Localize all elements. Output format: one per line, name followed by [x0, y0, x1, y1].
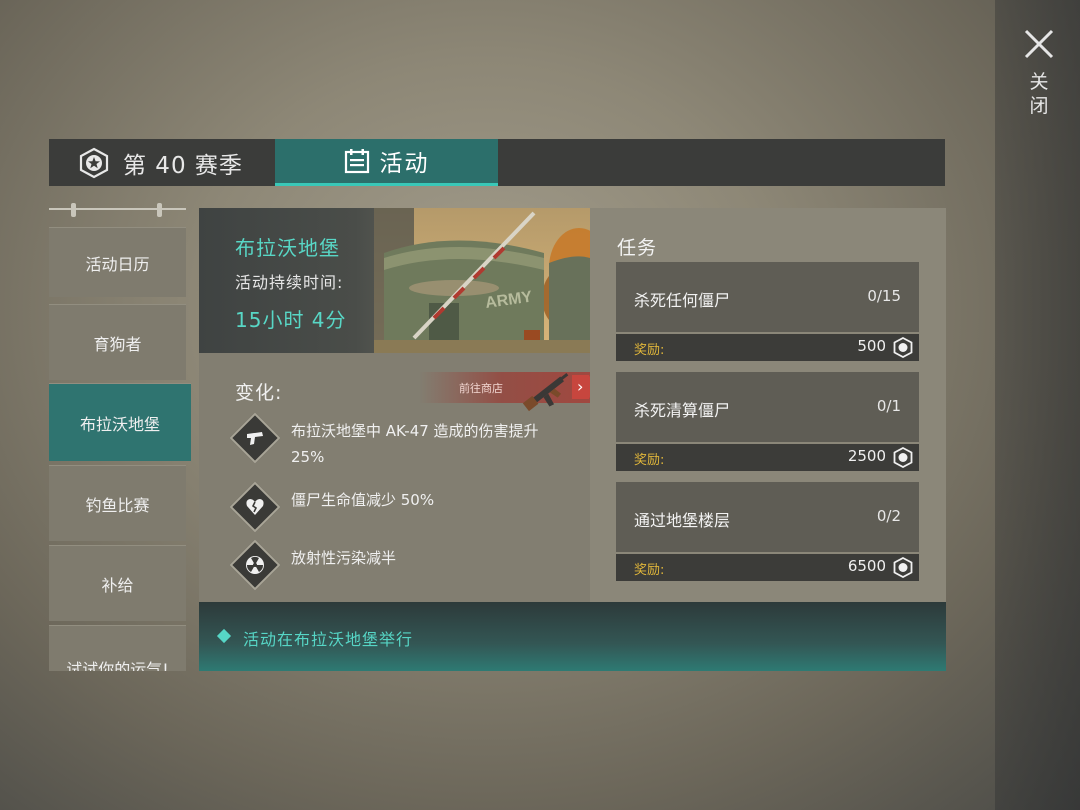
tab-activity[interactable]: 活动 — [275, 139, 498, 186]
diamond-bullet-icon — [216, 628, 232, 644]
task-row: 杀死任何僵尸 0/15 — [616, 262, 919, 332]
reward-label: 奖励: — [634, 563, 665, 578]
sidebar-item-calendar[interactable]: 活动日历 — [49, 227, 186, 297]
sidebar-clip — [49, 203, 186, 226]
change-text: 布拉沃地堡中 AK-47 造成的伤害提升 25% — [291, 422, 539, 466]
broken-heart-icon — [241, 493, 269, 521]
task-name: 杀死清算僵尸 — [634, 401, 731, 420]
change-text: 僵尸生命值减少 50% — [291, 491, 435, 509]
reward-value: 6500 — [847, 557, 886, 575]
sidebar-item-label: 试试你的运气! — [66, 660, 169, 671]
task-item: 通过地堡楼层 0/2 奖励: 6500 — [616, 482, 919, 581]
calendar-icon — [344, 149, 369, 174]
tab-season-label: 第 40 赛季 — [123, 152, 243, 179]
sidebar-item-bravo-bunker[interactable]: 布拉沃地堡 — [49, 383, 191, 461]
tab-season[interactable]: 第 40 赛季 — [79, 139, 279, 186]
radiation-icon — [241, 551, 269, 579]
duration-label: 活动持续时间: — [235, 273, 344, 292]
pistol-icon — [241, 424, 269, 452]
task-name: 通过地堡楼层 — [634, 511, 731, 530]
task-progress: 0/1 — [876, 397, 901, 415]
shop-button-label: 前往商店 — [459, 382, 503, 395]
close-button[interactable]: 关闭 — [1017, 28, 1061, 140]
reward-label: 奖励: — [634, 453, 665, 468]
sidebar-item-dog-breeder[interactable]: 育狗者 — [49, 304, 186, 380]
task-item: 杀死任何僵尸 0/15 奖励: 500 — [616, 262, 919, 361]
sidebar: 活动日历 育狗者 布拉沃地堡 钓鱼比赛 补给 试试你的运气! — [49, 200, 193, 671]
task-item: 杀死清算僵尸 0/1 奖励: 2500 — [616, 372, 919, 471]
change-text: 放射性污染减半 — [291, 549, 397, 567]
reward-label: 奖励: — [634, 343, 665, 358]
sidebar-item-label: 活动日历 — [85, 254, 150, 274]
change-item: 放射性污染减半 — [229, 539, 573, 591]
change-item: 僵尸生命值减少 50% — [229, 481, 573, 533]
event-title: 布拉沃地堡 — [235, 236, 340, 260]
experience-badge-icon — [893, 557, 913, 578]
task-row: 杀死清算僵尸 0/1 — [616, 372, 919, 442]
task-reward-row: 奖励: 2500 — [616, 444, 919, 471]
task-progress: 0/15 — [867, 287, 901, 305]
event-header: ARMY 布拉沃地堡 活动持续时间: 15小时 4分 — [199, 208, 590, 353]
clip-pin — [71, 203, 76, 217]
change-item: 布拉沃地堡中 AK-47 造成的伤害提升 25% — [229, 412, 573, 474]
task-reward-row: 奖励: 500 — [616, 334, 919, 361]
bunker-scene-image: ARMY — [374, 208, 590, 353]
season-badge-icon — [79, 147, 109, 178]
go-to-shop-button[interactable]: 前往商店 › — [419, 372, 602, 412]
clip-pin — [157, 203, 162, 217]
task-row: 通过地堡楼层 0/2 — [616, 482, 919, 552]
experience-badge-icon — [893, 447, 913, 468]
sidebar-item-supply[interactable]: 补给 — [49, 545, 186, 621]
changes-label: 变化: — [235, 382, 283, 404]
sidebar-item-fishing[interactable]: 钓鱼比赛 — [49, 465, 186, 541]
tab-activity-label: 活动 — [379, 151, 430, 177]
ak47-icon — [522, 373, 569, 412]
task-name: 杀死任何僵尸 — [634, 291, 731, 310]
close-label: 关闭 — [1029, 71, 1049, 117]
duration-value: 15小时 4分 — [235, 308, 347, 332]
sidebar-item-label: 补给 — [101, 575, 134, 595]
event-panel: ARMY 布拉沃地堡 活动持续时间: 15小时 4分 变化: 前往商店 › 布拉… — [199, 208, 602, 602]
sidebar-item-luck[interactable]: 试试你的运气! — [49, 625, 186, 671]
task-progress: 0/2 — [876, 507, 901, 525]
reward-value: 500 — [857, 337, 886, 355]
tab-bar: 第 40 赛季 活动 — [49, 139, 945, 186]
experience-badge-icon — [893, 337, 913, 358]
tasks-title: 任务 — [617, 237, 658, 259]
reward-value: 2500 — [847, 447, 886, 465]
sidebar-item-label: 育狗者 — [93, 334, 142, 354]
sidebar-item-label: 钓鱼比赛 — [85, 495, 150, 515]
sidebar-item-label: 布拉沃地堡 — [79, 414, 160, 434]
tasks-panel: 任务 杀死任何僵尸 0/15 奖励: 500 杀死清算僵尸 0/1 奖励: 25… — [590, 208, 946, 602]
close-icon — [1024, 29, 1054, 59]
event-location-text: 活动在布拉沃地堡举行 — [243, 630, 414, 649]
event-location-footer: 活动在布拉沃地堡举行 — [199, 602, 946, 671]
task-reward-row: 奖励: 6500 — [616, 554, 919, 581]
